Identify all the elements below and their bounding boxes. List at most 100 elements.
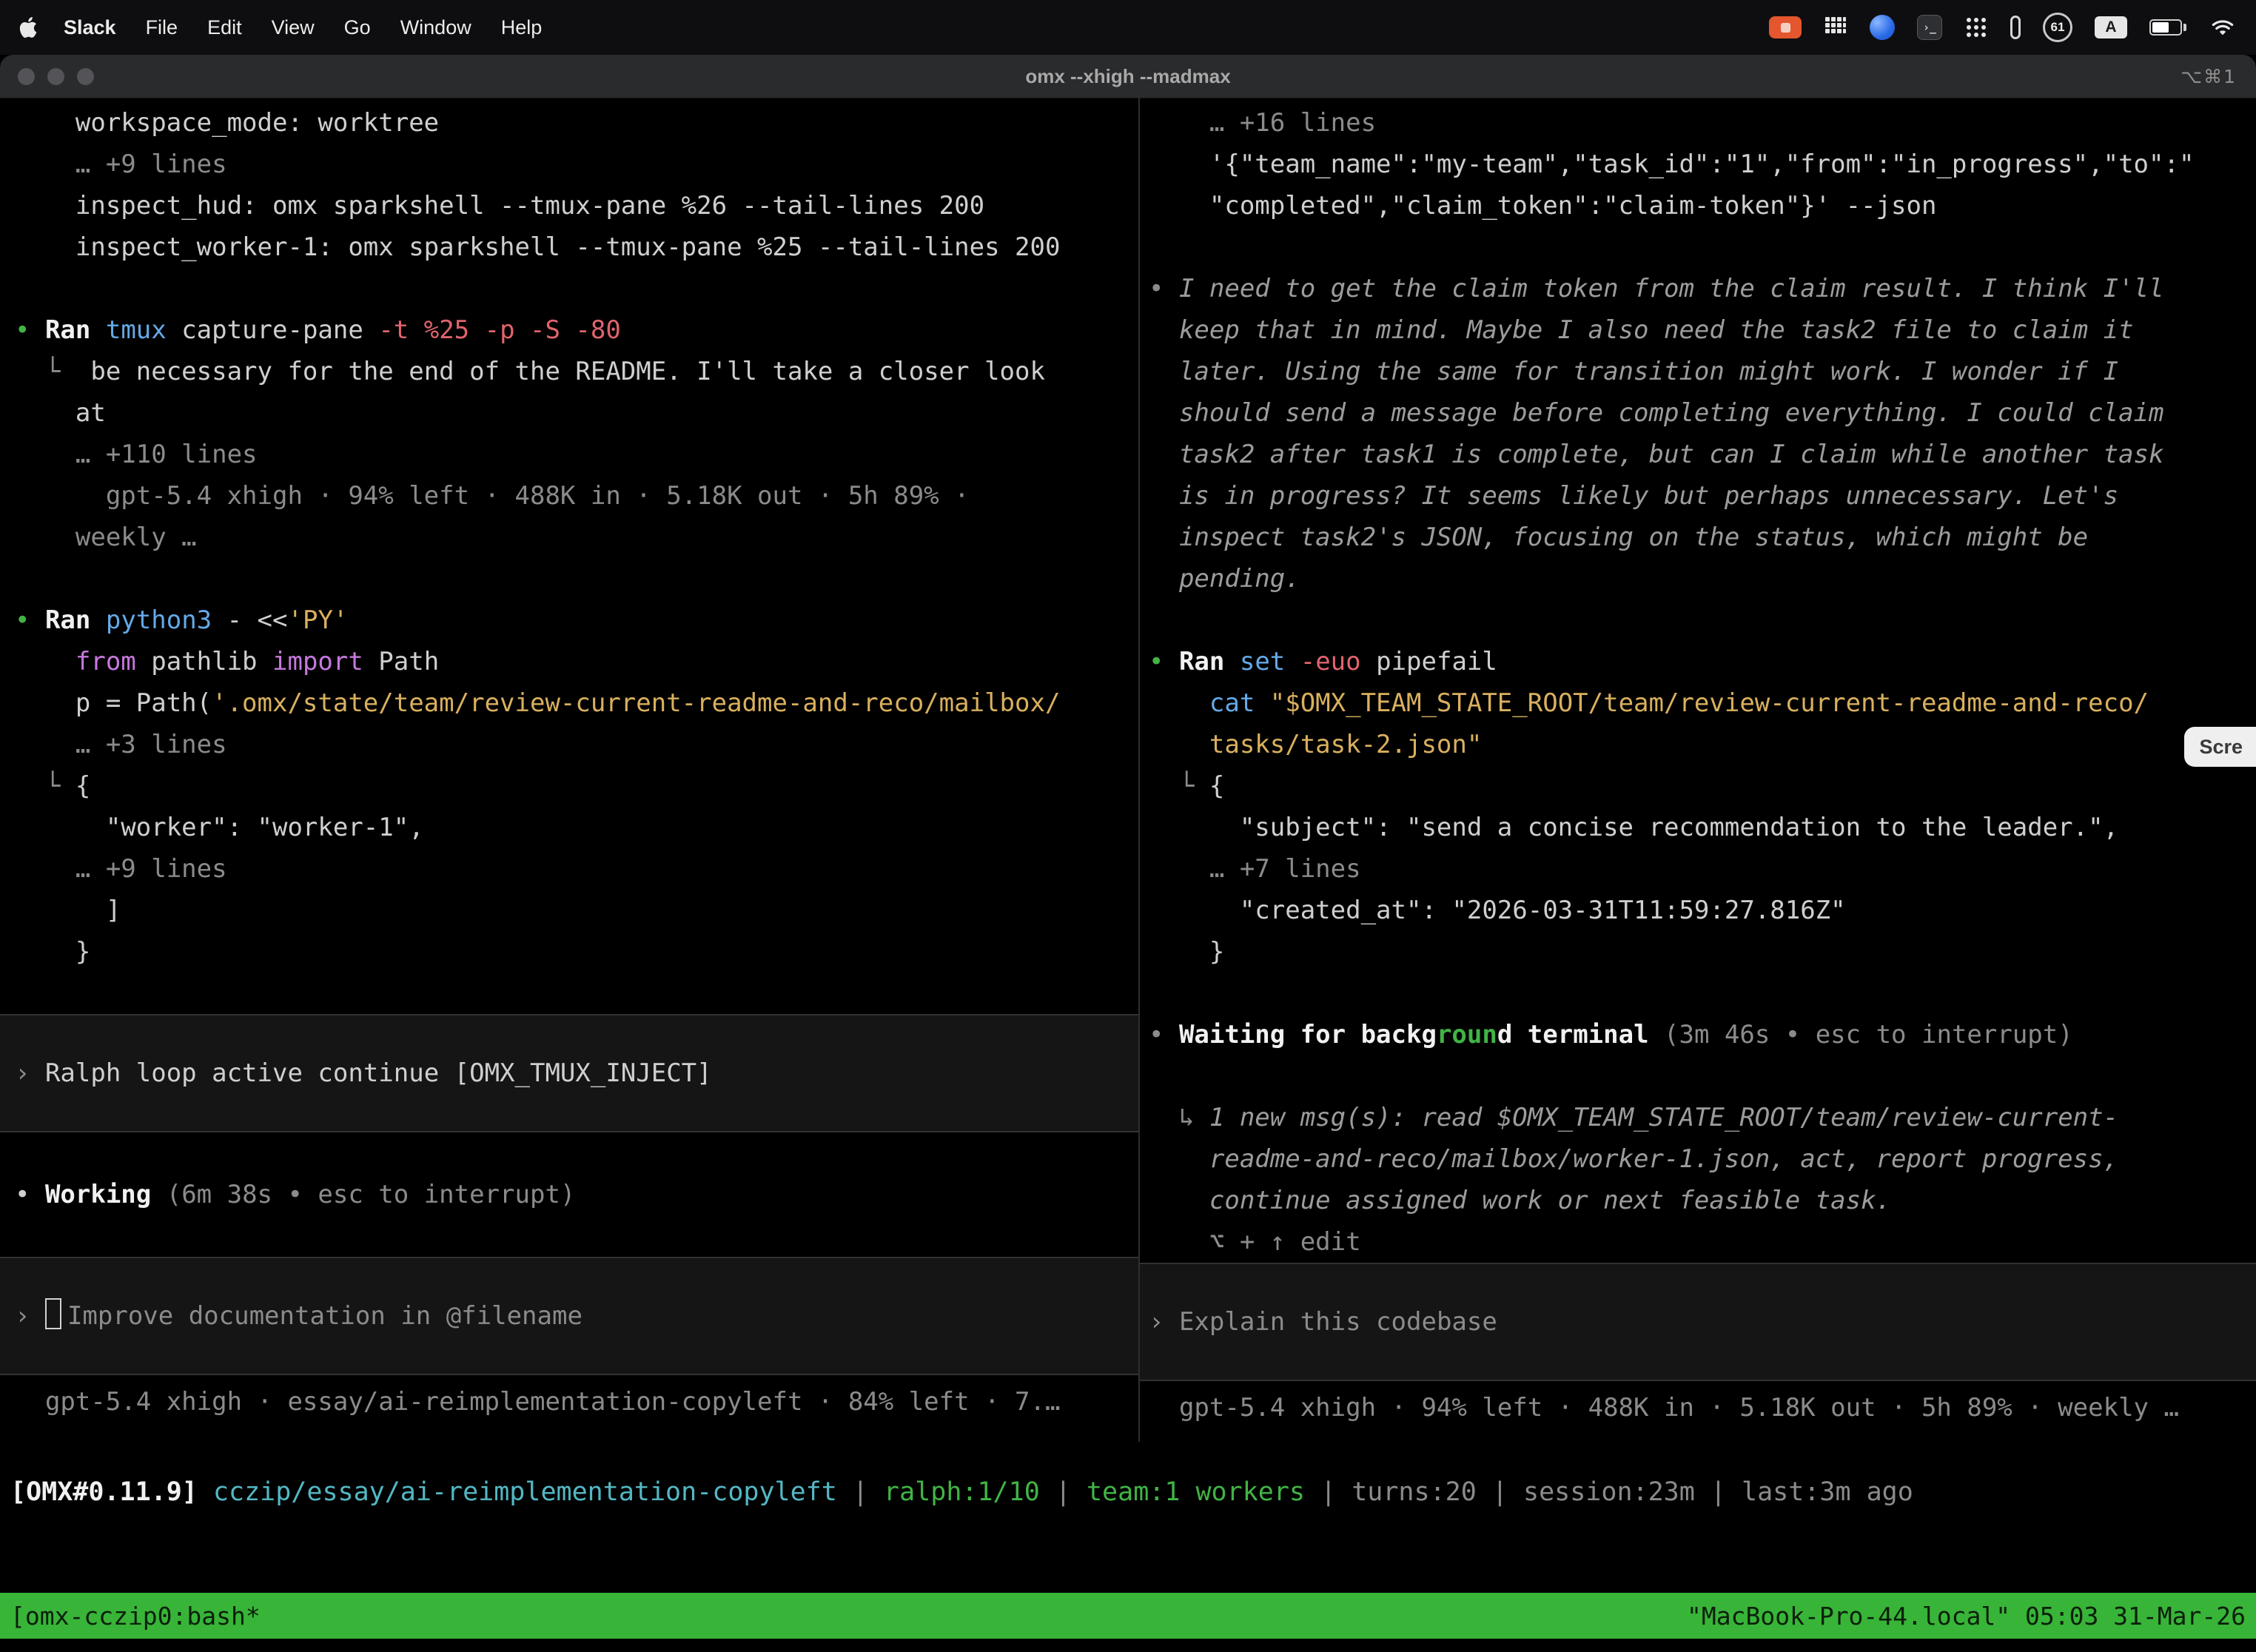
band-line: › Ralph loop active continue [OMX_TMUX_I… bbox=[15, 1052, 1138, 1094]
terminal-line: … +110 lines bbox=[15, 434, 1138, 475]
screen-recording-stop-icon[interactable] bbox=[1769, 16, 1802, 38]
text-segment: • bbox=[1149, 647, 1179, 676]
text-segment: set bbox=[1240, 647, 1300, 676]
terminal-app-icon[interactable]: ›_ bbox=[1917, 15, 1942, 40]
text-segment: └ bbox=[15, 357, 90, 386]
window-grid-icon[interactable] bbox=[1824, 16, 1847, 39]
text-segment: last:3m ago bbox=[1742, 1477, 1913, 1507]
text-segment: [OMX#0.11.9] bbox=[10, 1477, 198, 1507]
text-segment: ralph:1/10 bbox=[884, 1477, 1040, 1507]
composer-input[interactable]: › Explain this codebase bbox=[1140, 1263, 2256, 1381]
queued-message-band[interactable]: › Ralph loop active continue [OMX_TMUX_I… bbox=[0, 1014, 1138, 1132]
terminal-line: └ { bbox=[1149, 765, 2256, 807]
text-segment: gpt-5.4 xhigh · essay/ai-reimplementatio… bbox=[15, 1387, 1060, 1417]
terminal-line: inspect_hud: omx sparkshell --tmux-pane … bbox=[15, 185, 1138, 226]
text-segment: inspect task2's JSON, focusing on the st… bbox=[1149, 523, 2088, 552]
text-segment: continue assigned work or next feasible … bbox=[1149, 1186, 1891, 1215]
terminal-line: inspect task2's JSON, focusing on the st… bbox=[1149, 517, 2256, 558]
text-segment: at bbox=[15, 398, 106, 428]
text-segment: inspect_hud: omx sparkshell --tmux-pane … bbox=[15, 191, 984, 221]
menu-item-file[interactable]: File bbox=[146, 16, 178, 39]
text-segment: import bbox=[272, 647, 378, 676]
text-segment: from bbox=[15, 647, 151, 676]
terminal-line: ⌥ + ↑ edit bbox=[1149, 1221, 2256, 1263]
pill-icon[interactable] bbox=[2010, 16, 2021, 39]
text-segment: ↳ bbox=[1149, 1103, 1209, 1132]
input-source-icon[interactable]: A bbox=[2095, 16, 2127, 38]
pane-status-line: gpt-5.4 xhigh · 94% left · 488K in · 5.1… bbox=[1149, 1387, 2256, 1428]
terminal-line bbox=[15, 973, 1138, 1014]
menubar-app-name[interactable]: Slack bbox=[64, 16, 116, 39]
text-segment: python3 bbox=[106, 605, 212, 635]
text-segment: team:1 workers bbox=[1087, 1477, 1305, 1507]
text-segment: › bbox=[15, 1058, 45, 1088]
terminal-line: weekly … bbox=[15, 517, 1138, 558]
text-segment: "worker": "worker-1", bbox=[15, 813, 424, 842]
text-segment: (6m 38s • esc to interrupt) bbox=[167, 1180, 576, 1209]
terminal-line: … +9 lines bbox=[15, 848, 1138, 890]
menu-item-view[interactable]: View bbox=[272, 16, 315, 39]
text-segment: … +7 lines bbox=[1149, 854, 1361, 884]
text-segment: • bbox=[15, 605, 45, 635]
tmux-pane-right[interactable]: … +16 lines '{"team_name":"my-team","tas… bbox=[1140, 98, 2256, 1442]
text-segment: p = Path( bbox=[15, 688, 212, 718]
menu-item-go[interactable]: Go bbox=[344, 16, 371, 39]
text-segment: gpt-5.4 xhigh · 94% left · 488K in · 5.1… bbox=[15, 481, 970, 511]
text-segment: • bbox=[15, 315, 45, 345]
battery-icon[interactable] bbox=[2149, 19, 2186, 36]
terminal-line bbox=[15, 1215, 1138, 1257]
text-segment: cat bbox=[1149, 688, 1270, 718]
text-segment: └ bbox=[1149, 771, 1209, 801]
text-segment: - << bbox=[212, 605, 287, 635]
menu-item-edit[interactable]: Edit bbox=[207, 16, 242, 39]
stop-square-icon bbox=[1781, 23, 1790, 33]
wifi-icon[interactable] bbox=[2209, 16, 2237, 38]
band-line: › Explain this codebase bbox=[1149, 1301, 2256, 1343]
text-segment: pending. bbox=[1149, 564, 1300, 594]
terminal-line: • Ran tmux capture-pane -t %25 -p -S -80 bbox=[15, 309, 1138, 351]
terminal-line bbox=[15, 1132, 1138, 1174]
terminal-line bbox=[1149, 973, 2256, 1014]
terminal-line: workspace_mode: worktree bbox=[15, 102, 1138, 144]
terminal-line: └ be necessary for the end of the README… bbox=[15, 351, 1138, 392]
text-segment: pathlib bbox=[151, 647, 272, 676]
text-segment: d terminal bbox=[1497, 1020, 1664, 1050]
terminal-line: • Waiting for background terminal (3m 46… bbox=[1149, 1014, 2256, 1055]
text-segment: task2 after task1 is complete, but can I… bbox=[1149, 440, 2163, 469]
text-segment: } bbox=[15, 937, 90, 967]
terminal-line: "worker": "worker-1", bbox=[15, 807, 1138, 848]
dots-grid-icon[interactable] bbox=[1964, 16, 1988, 39]
terminal-line bbox=[1149, 226, 2256, 268]
terminal-line: • I need to get the claim token from the… bbox=[1149, 268, 2256, 309]
terminal-line: … +9 lines bbox=[15, 144, 1138, 185]
battery-percent-badge[interactable]: 61 bbox=[2043, 13, 2072, 42]
text-segment: tmux bbox=[106, 315, 167, 345]
text-cursor bbox=[45, 1298, 61, 1329]
menubar-menus-group: Slack File Edit View Go Window Help bbox=[19, 16, 571, 39]
blue-app-icon[interactable] bbox=[1870, 15, 1895, 40]
terminal-line: is in progress? It seems likely but perh… bbox=[1149, 475, 2256, 517]
omx-status-bar: [OMX#0.11.9] cczip/essay/ai-reimplementa… bbox=[10, 1471, 2256, 1513]
terminal-line: p = Path('.omx/state/team/review-current… bbox=[15, 682, 1138, 724]
apple-menu-icon[interactable] bbox=[19, 16, 38, 38]
text-segment: | bbox=[1695, 1477, 1742, 1507]
text-segment: • bbox=[15, 1180, 45, 1209]
text-segment: Waiting for backg bbox=[1179, 1020, 1437, 1050]
tmux-status-bar: [omx-cczip0:bash* "MacBook-Pro-44.local"… bbox=[0, 1593, 2256, 1639]
terminal-line: "subject": "send a concise recommendatio… bbox=[1149, 807, 2256, 848]
text-segment: '{"team_name":"my-team","task_id":"1","f… bbox=[1149, 150, 2194, 179]
text-segment: • bbox=[1149, 1020, 1179, 1050]
screen-share-overlay[interactable]: Scre bbox=[2184, 727, 2256, 767]
menu-item-help[interactable]: Help bbox=[501, 16, 543, 39]
terminal-line bbox=[1149, 1055, 2256, 1097]
menu-item-window[interactable]: Window bbox=[400, 16, 471, 39]
text-segment: Ralph loop active continue [OMX_TMUX_INJ… bbox=[45, 1058, 712, 1088]
text-segment: I need to get the claim token from the c… bbox=[1179, 274, 2164, 303]
window-titlebar[interactable]: omx --xhigh --madmax ⌥⌘1 bbox=[0, 55, 2256, 98]
window-shortcut-hint: ⌥⌘1 bbox=[2181, 55, 2237, 98]
text-segment: inspect_worker-1: omx sparkshell --tmux-… bbox=[15, 232, 1060, 262]
band-line: › Improve documentation in @filename bbox=[15, 1295, 1138, 1337]
text-segment: { bbox=[75, 771, 90, 801]
tmux-pane-left[interactable]: workspace_mode: worktree … +9 lines insp… bbox=[0, 98, 1138, 1442]
composer-input[interactable]: › Improve documentation in @filename bbox=[0, 1257, 1138, 1375]
